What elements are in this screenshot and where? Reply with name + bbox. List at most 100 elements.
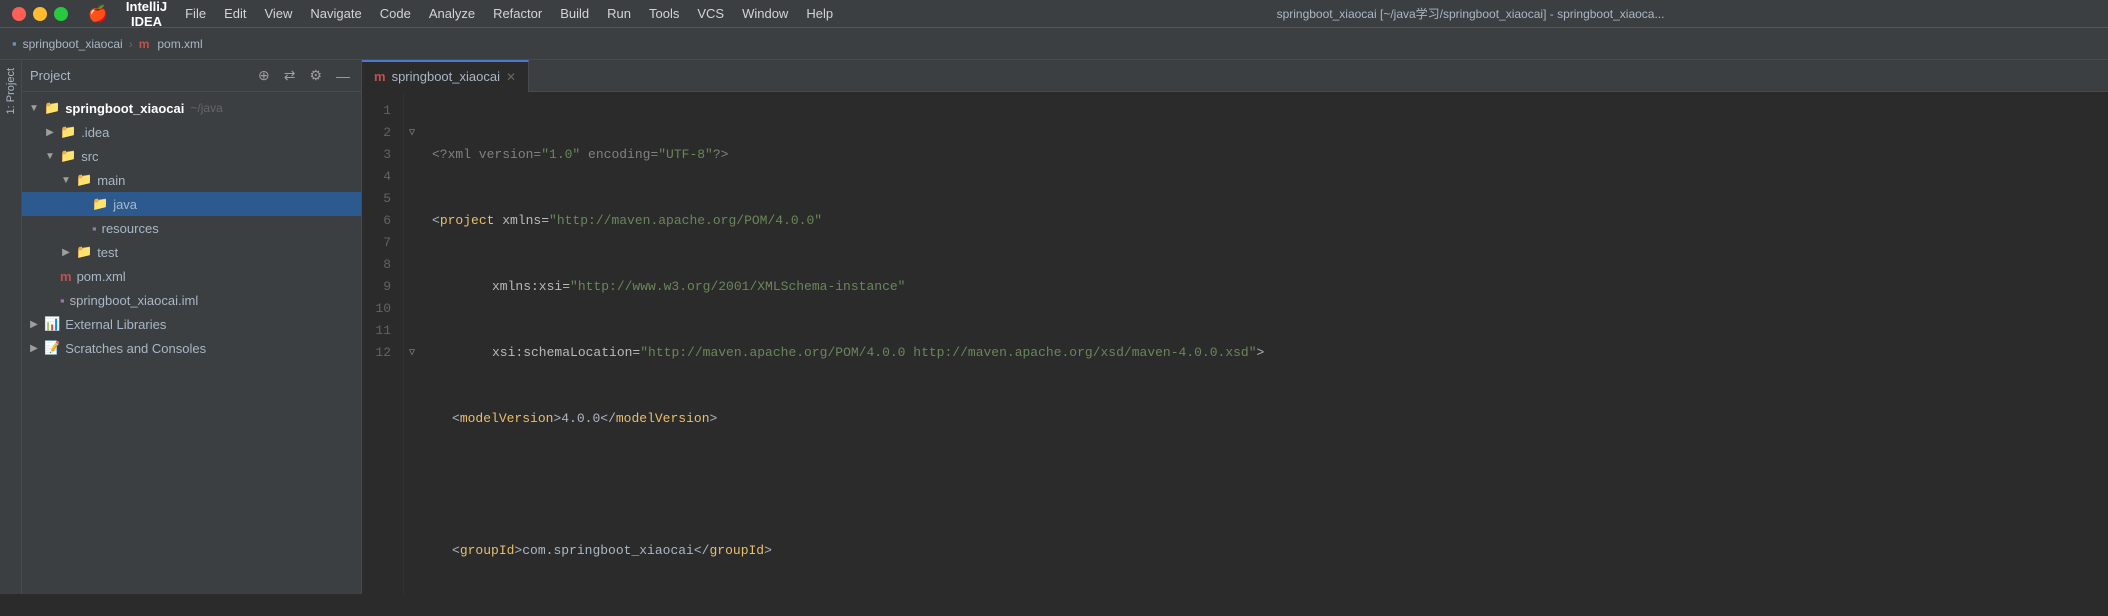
gutter-line-12[interactable]: ▽ <box>404 342 420 364</box>
code-line-1: <?xml version="1.0" encoding="UTF-8"?> <box>432 144 2096 166</box>
tree-label-idea: .idea <box>81 125 109 140</box>
tree-arrow-main: ▼ <box>58 175 74 186</box>
folder-icon-main: 📁 <box>76 172 92 188</box>
tree-item-main[interactable]: ▼ 📁 main <box>22 168 361 192</box>
gutter-line-5 <box>404 188 420 210</box>
menu-help[interactable]: Help <box>806 6 833 21</box>
code-editor[interactable]: 1 2 3 4 5 6 7 8 9 10 11 12 ▽ <box>362 92 2108 594</box>
tab-label: springboot_xiaocai <box>392 69 500 84</box>
folder-icon-test: 📁 <box>76 244 92 260</box>
menu-vcs[interactable]: VCS <box>697 6 724 21</box>
menu-file[interactable]: File <box>185 6 206 21</box>
tree-item-idea[interactable]: ▶ 📁 .idea <box>22 120 361 144</box>
gutter-line-4 <box>404 166 420 188</box>
gutter: ▽ ▽ <box>404 92 420 594</box>
project-tree: ▼ 📁 springboot_xiaocai ~/java ▶ 📁 .idea … <box>22 92 361 594</box>
gutter-line-11 <box>404 320 420 342</box>
gutter-line-7 <box>404 232 420 254</box>
settings-icon[interactable]: ⚙ <box>306 65 325 86</box>
tree-label-pom: pom.xml <box>77 269 126 284</box>
tree-item-iml[interactable]: ▪ springboot_xiaocai.iml <box>22 288 361 312</box>
tree-label-main: main <box>97 173 125 188</box>
project-folder-icon: ▪ <box>12 36 17 51</box>
gutter-line-6 <box>404 210 420 232</box>
folder-icon-resources: ▪ <box>92 221 97 236</box>
menu-edit[interactable]: Edit <box>224 6 246 21</box>
minimize-button[interactable] <box>33 7 47 21</box>
editor-area: m springboot_xiaocai ✕ 1 2 3 4 5 6 7 8 9… <box>362 60 2108 594</box>
add-icon[interactable]: ⊕ <box>255 65 273 86</box>
gutter-line-2[interactable]: ▽ <box>404 122 420 144</box>
scroll-icon[interactable]: ⇄ <box>281 65 299 86</box>
traffic-lights <box>0 7 80 21</box>
breadcrumb-file[interactable]: pom.xml <box>157 37 202 51</box>
menubar: 🍎 IntelliJ IDEA File Edit View Navigate … <box>0 0 2108 28</box>
tree-arrow-test: ▶ <box>58 247 74 258</box>
menu-navigate[interactable]: Navigate <box>310 6 361 21</box>
project-panel-title: Project <box>30 68 247 83</box>
menu-window[interactable]: Window <box>742 6 788 21</box>
menu-run[interactable]: Run <box>607 6 631 21</box>
sidebar-strip-label[interactable]: 1: Project <box>5 60 17 122</box>
close-button[interactable] <box>12 7 26 21</box>
window-title-text: springboot_xiaocai [~/java学习/springboot_… <box>833 5 2108 22</box>
breadcrumb: ▪ springboot_xiaocai › m pom.xml <box>0 28 2108 60</box>
tree-label-root: springboot_xiaocai <box>65 101 184 116</box>
project-panel: Project ⊕ ⇄ ⚙ — ▼ 📁 springboot_xiaocai ~… <box>22 60 362 594</box>
scratches-icon: 📝 <box>44 340 60 356</box>
gutter-line-9 <box>404 276 420 298</box>
code-line-2: <project xmlns="http://maven.apache.org/… <box>432 210 2096 232</box>
tree-item-ext-libs[interactable]: ▶ 📊 External Libraries <box>22 312 361 336</box>
menu-tools[interactable]: Tools <box>649 6 679 21</box>
menu-build[interactable]: Build <box>560 6 589 21</box>
gutter-line-1 <box>404 100 420 122</box>
tree-arrow-idea: ▶ <box>42 127 58 138</box>
iml-icon: ▪ <box>60 293 65 308</box>
breadcrumb-separator: › <box>129 37 133 51</box>
maximize-button[interactable] <box>54 7 68 21</box>
folder-icon-idea: 📁 <box>60 124 76 140</box>
tree-item-java[interactable]: 📁 java <box>22 192 361 216</box>
folder-icon-src: 📁 <box>60 148 76 164</box>
tab-close-button[interactable]: ✕ <box>506 70 516 84</box>
tree-label-scratches: Scratches and Consoles <box>65 341 206 356</box>
window-title: 🍎 IntelliJ IDEA File Edit View Navigate … <box>88 0 833 29</box>
apple-menu[interactable]: 🍎 <box>88 4 108 24</box>
tree-label-resources: resources <box>102 221 159 236</box>
code-line-3: xmlns:xsi="http://www.w3.org/2001/XMLSch… <box>432 276 2096 298</box>
folder-icon-java: 📁 <box>92 196 108 212</box>
tree-arrow-ext-libs: ▶ <box>26 319 42 330</box>
menu-code[interactable]: Code <box>380 6 411 21</box>
tree-label-src: src <box>81 149 98 164</box>
app-name[interactable]: IntelliJ IDEA <box>126 0 167 29</box>
project-toolbar: Project ⊕ ⇄ ⚙ — <box>22 60 361 92</box>
gutter-line-3 <box>404 144 420 166</box>
tab-pom[interactable]: m springboot_xiaocai ✕ <box>362 60 529 92</box>
sidebar-strip[interactable]: 1: Project <box>0 60 22 594</box>
tree-item-resources[interactable]: ▪ resources <box>22 216 361 240</box>
tree-label-test: test <box>97 245 118 260</box>
breadcrumb-file-icon: m <box>139 37 150 51</box>
menu-refactor[interactable]: Refactor <box>493 6 542 21</box>
tree-sublabel-root: ~/java <box>190 101 222 115</box>
tree-item-scratches[interactable]: ▶ 📝 Scratches and Consoles <box>22 336 361 360</box>
collapse-icon[interactable]: — <box>333 66 353 86</box>
tree-label-java: java <box>113 197 137 212</box>
tree-item-pom[interactable]: m pom.xml <box>22 264 361 288</box>
menu-view[interactable]: View <box>264 6 292 21</box>
tree-label-ext-libs: External Libraries <box>65 317 166 332</box>
tree-item-test[interactable]: ▶ 📁 test <box>22 240 361 264</box>
code-content[interactable]: <?xml version="1.0" encoding="UTF-8"?> <… <box>420 92 2108 594</box>
breadcrumb-project[interactable]: springboot_xiaocai <box>23 37 123 51</box>
tree-item-root[interactable]: ▼ 📁 springboot_xiaocai ~/java <box>22 96 361 120</box>
menu-analyze[interactable]: Analyze <box>429 6 475 21</box>
tree-arrow-src: ▼ <box>42 151 58 162</box>
tab-bar: m springboot_xiaocai ✕ <box>362 60 2108 92</box>
tree-label-iml: springboot_xiaocai.iml <box>70 293 199 308</box>
line-numbers: 1 2 3 4 5 6 7 8 9 10 11 12 <box>362 92 404 594</box>
tree-item-src[interactable]: ▼ 📁 src <box>22 144 361 168</box>
gutter-line-10 <box>404 298 420 320</box>
maven-icon-pom: m <box>60 269 72 284</box>
code-line-5: <modelVersion>4.0.0</modelVersion> <box>432 408 2096 430</box>
gutter-line-8 <box>404 254 420 276</box>
